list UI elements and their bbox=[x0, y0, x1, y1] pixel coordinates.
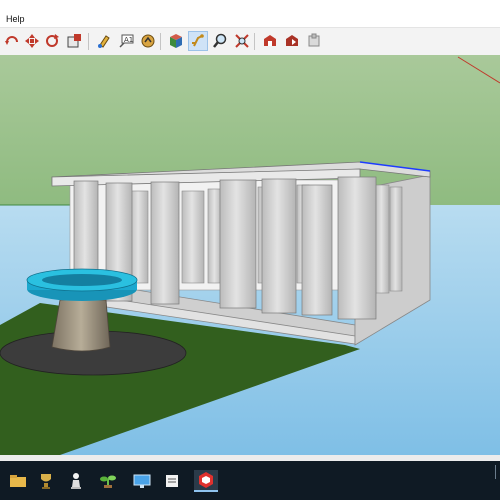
orbit-icon bbox=[5, 36, 18, 45]
taskbar-trophy-icon bbox=[41, 474, 51, 489]
fountain-water bbox=[42, 274, 122, 286]
warehouse-button[interactable] bbox=[260, 31, 280, 51]
walk-icon bbox=[192, 34, 204, 47]
fountain-pedestal bbox=[51, 299, 111, 352]
paint-bucket-button[interactable] bbox=[94, 31, 114, 51]
zoom-extents-icon bbox=[235, 34, 249, 48]
text-tool-button[interactable]: A1 bbox=[116, 31, 136, 51]
taskbar-item-monitor[interactable] bbox=[130, 470, 154, 492]
3d-viewport[interactable] bbox=[0, 55, 500, 455]
warehouse-icon bbox=[264, 35, 276, 46]
front-column bbox=[219, 179, 257, 309]
pan-button[interactable] bbox=[22, 31, 42, 51]
zoom-button[interactable] bbox=[210, 31, 230, 51]
front-column bbox=[150, 181, 180, 305]
front-column bbox=[301, 184, 333, 316]
inner-column bbox=[129, 190, 149, 284]
walk-button[interactable] bbox=[188, 31, 208, 51]
taskbar-chess-icon bbox=[71, 473, 81, 489]
taskbar-item-folder[interactable] bbox=[6, 470, 30, 492]
rotate-button[interactable] bbox=[42, 31, 62, 51]
3d-text-button[interactable] bbox=[138, 31, 158, 51]
text-tool-icon: A1 bbox=[119, 34, 134, 48]
inner-column bbox=[181, 190, 205, 284]
taskbar-folder-icon bbox=[10, 475, 26, 487]
taskbar-notes-icon bbox=[166, 475, 178, 487]
show-desktop-edge[interactable] bbox=[495, 465, 496, 479]
svg-text:A1: A1 bbox=[124, 36, 133, 44]
orbit-button[interactable] bbox=[2, 31, 22, 51]
zoom-extents-button[interactable] bbox=[232, 31, 252, 51]
model-scene bbox=[0, 55, 500, 455]
extension-icon bbox=[308, 33, 320, 47]
taskbar-item-notes[interactable] bbox=[160, 470, 184, 492]
menu-bar: Help bbox=[0, 0, 500, 27]
extension-button[interactable] bbox=[304, 31, 324, 51]
taskbar-plant-icon bbox=[100, 475, 116, 488]
share-model-icon bbox=[286, 35, 298, 46]
share-model-button[interactable] bbox=[282, 31, 302, 51]
taskbar-sketchup-icon bbox=[199, 472, 213, 488]
taskbar-item-plant[interactable] bbox=[96, 470, 120, 492]
taskbar-item-sketchup[interactable] bbox=[194, 470, 218, 492]
scale-button[interactable] bbox=[64, 31, 84, 51]
section-plane-icon bbox=[170, 34, 182, 48]
inner-column bbox=[374, 184, 390, 294]
3d-text-icon bbox=[141, 34, 155, 48]
paint-bucket-icon bbox=[98, 35, 110, 48]
taskbar bbox=[0, 461, 500, 500]
front-column bbox=[337, 176, 377, 320]
menu-help[interactable]: Help bbox=[6, 14, 25, 24]
toolbar: A1 bbox=[0, 27, 500, 56]
zoom-icon bbox=[213, 33, 227, 48]
pan-icon bbox=[25, 34, 39, 48]
front-column bbox=[261, 178, 297, 314]
rotate-icon bbox=[46, 34, 59, 47]
inner-column bbox=[389, 186, 403, 292]
section-plane-button[interactable] bbox=[166, 31, 186, 51]
scale-icon bbox=[67, 34, 81, 48]
taskbar-item-chess[interactable] bbox=[64, 470, 88, 492]
taskbar-monitor-icon bbox=[133, 474, 151, 488]
taskbar-item-trophy[interactable] bbox=[34, 470, 58, 492]
